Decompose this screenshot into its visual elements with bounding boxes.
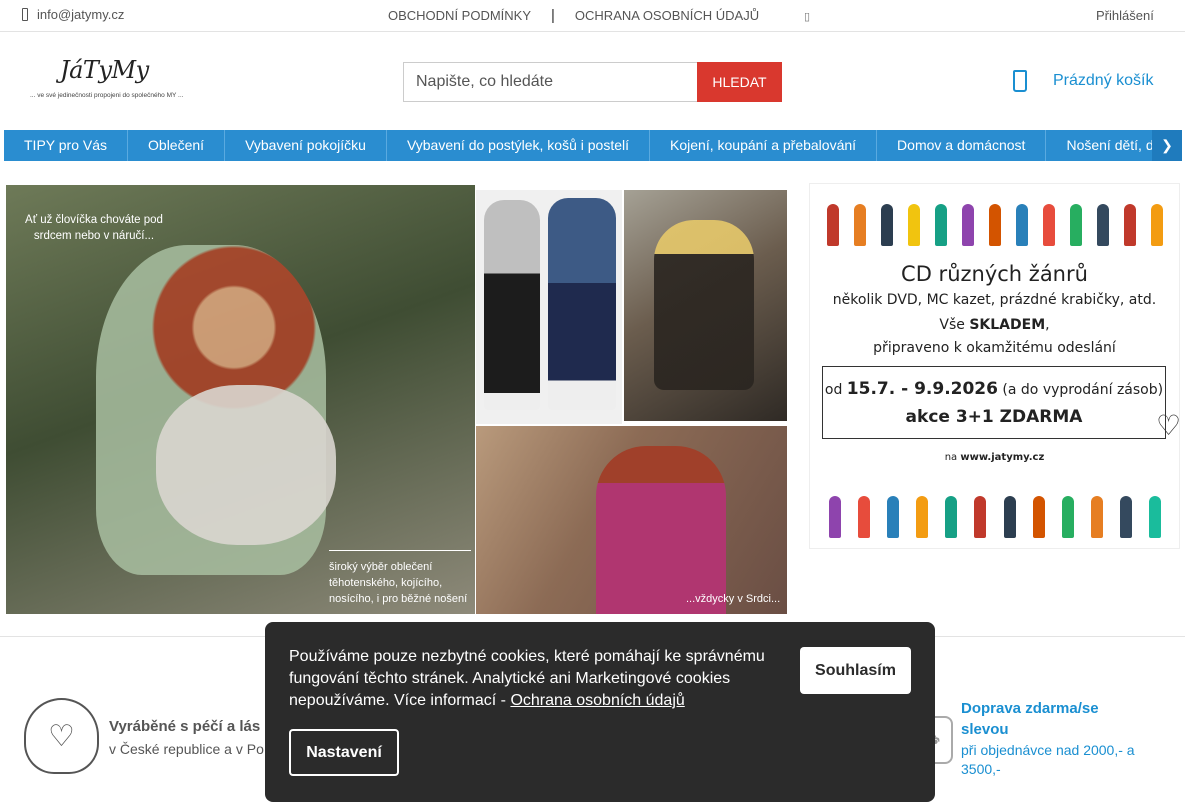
phone-icon: [22, 8, 28, 21]
nav-item-tips[interactable]: TIPY pro Vás: [4, 130, 129, 161]
privacy-link[interactable]: OCHRANA OSOBNÍCH ÚDAJŮ: [575, 8, 759, 23]
cookie-accept-button[interactable]: Souhlasím: [800, 647, 911, 694]
dancers-top-image: [820, 188, 1170, 246]
hero-divider: [329, 550, 471, 551]
cart-label: Prázdný košík: [1053, 72, 1154, 89]
promo-offer: akce 3+1 ZDARMA: [905, 407, 1083, 427]
hero-main-text-bottom: široký výběr oblečení těhotenského, kojí…: [329, 559, 467, 607]
promo-date-post: (a do vyprodání zásob): [997, 382, 1164, 398]
logo-text: JáTyMy: [60, 56, 149, 84]
contact-email[interactable]: info@jatymy.cz: [22, 7, 124, 22]
feature-handmade: ♡ Vyráběné s péčí a lás v České republic…: [24, 698, 264, 774]
promo-line-3-post: ,: [1045, 317, 1050, 333]
dancers-bottom-image: [820, 480, 1170, 538]
promo-line-3-bold: SKLADEM: [969, 317, 1046, 333]
feature-shipping-title: Doprava zdarma/se slevou: [961, 700, 1099, 738]
promo-line-4: připraveno k okamžitému odeslání: [873, 340, 1116, 356]
feature-handmade-title: Vyráběné s péčí a lás: [109, 718, 261, 735]
feature-shipping-sub: při objednávce nad 2000,- a 3500,-: [961, 742, 1135, 777]
nav-item-home[interactable]: Domov a domácnost: [877, 130, 1047, 161]
email-text: info@jatymy.cz: [37, 7, 125, 22]
hero-banner-maternity[interactable]: [476, 190, 622, 424]
search-input[interactable]: [403, 62, 697, 102]
promo-offer-box: od 15.7. - 9.9.2026 (a do vyprodání záso…: [822, 366, 1166, 439]
nav-item-clothing[interactable]: Oblečení: [128, 130, 226, 161]
hero-bottom-line-1: široký výběr oblečení: [329, 561, 433, 573]
baby-figure-image: [156, 385, 336, 545]
hands-heart-icon: ♡: [24, 698, 99, 774]
model-dress-image: [548, 198, 616, 410]
site-logo[interactable]: JáTyMy ... ve své jedinečnosti propojeni…: [28, 56, 188, 106]
promo-banner-cd[interactable]: CD různých žánrů několik DVD, MC kazet, …: [809, 183, 1182, 549]
hero-bottom-line-2: těhotenského, kojícího,: [329, 577, 443, 589]
nav-item-nursing[interactable]: Kojení, koupání a přebalování: [650, 130, 878, 161]
top-bar: info@jatymy.cz OBCHODNÍ PODMÍNKY | OCHRA…: [0, 0, 1185, 32]
hero-banner-babywearing[interactable]: ...vždycky v Srdci...: [476, 426, 787, 614]
hero-banner-nursing[interactable]: [624, 190, 787, 421]
heart-icon: ♡: [1156, 409, 1182, 442]
model-leggings-image: [484, 200, 540, 410]
hero-banner-main[interactable]: Ať už človíčka chováte pod srdcem nebo v…: [6, 185, 475, 614]
cookie-consent-dialog: Používáme pouze nezbytné cookies, které …: [265, 622, 935, 802]
hero-main-text-top: Ať už človíčka chováte pod srdcem nebo v…: [25, 214, 163, 242]
nursing-mother-image: [654, 220, 754, 390]
nav-next-arrow-icon[interactable]: ❯: [1152, 130, 1182, 161]
cookie-settings-button[interactable]: Nastavení: [289, 729, 399, 776]
search-form: HLEDAT: [403, 62, 782, 102]
nav-item-bedding[interactable]: Vybavení do postýlek, košů i postelí: [387, 130, 651, 161]
top-links: OBCHODNÍ PODMÍNKY | OCHRANA OSOBNÍCH ÚDA…: [388, 6, 759, 24]
promo-dates: od 15.7. - 9.9.2026 (a do vyprodání záso…: [823, 379, 1165, 399]
language-flag-icon[interactable]: ▯: [804, 10, 810, 23]
terms-link[interactable]: OBCHODNÍ PODMÍNKY: [388, 8, 531, 23]
promo-date-range: 15.7. - 9.9.2026: [846, 379, 998, 399]
cookie-message: Používáme pouze nezbytné cookies, které …: [289, 646, 779, 712]
promo-date-pre: od: [824, 382, 847, 398]
cookie-privacy-link[interactable]: Ochrana osobních údajů: [510, 692, 684, 709]
cart-icon: [1013, 70, 1027, 92]
promo-line-3-pre: Vše: [939, 317, 970, 333]
hero-bottom-line-3: nosícího, i pro běžné nošení: [329, 593, 468, 605]
feature-handmade-sub: v České republice a v Po: [109, 741, 264, 757]
promo-website: na www.jatymy.cz: [810, 452, 1179, 463]
link-separator: |: [551, 6, 555, 24]
logo-tagline: ... ve své jedinečnosti propojeni do spo…: [30, 92, 184, 99]
cart-link[interactable]: Prázdný košík: [1013, 70, 1153, 92]
promo-line-3: Vše SKLADEM,: [810, 317, 1179, 333]
search-button[interactable]: HLEDAT: [697, 62, 782, 102]
promo-title: CD různých žánrů: [901, 262, 1088, 286]
hero-br-text: ...vždycky v Srdci...: [686, 593, 781, 605]
promo-web-pre: na: [944, 452, 961, 463]
nav-item-room[interactable]: Vybavení pokojíčku: [225, 130, 387, 161]
login-link[interactable]: Přihlášení: [1096, 8, 1154, 23]
main-navigation: TIPY pro Vás Oblečení Vybavení pokojíčku…: [4, 130, 1182, 161]
babywearing-mother-image: [596, 446, 726, 614]
feature-shipping: ⛟ Doprava zdarma/se slevou při objednávc…: [905, 698, 1141, 779]
promo-web-url: www.jatymy.cz: [960, 452, 1045, 463]
promo-line-2: několik DVD, MC kazet, prázdné krabičky,…: [832, 292, 1157, 308]
